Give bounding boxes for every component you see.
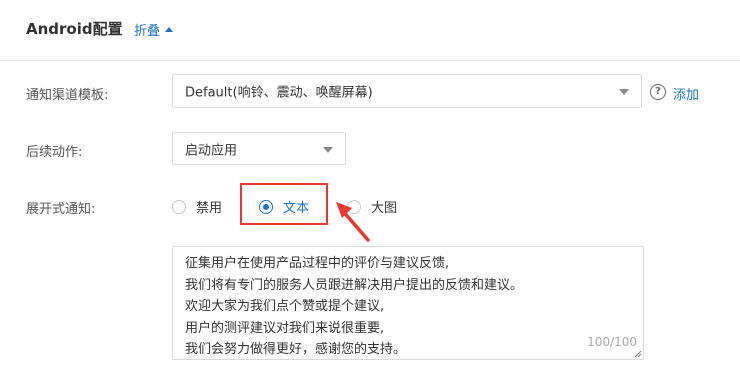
char-counter: 100/100 (587, 334, 637, 349)
collapse-label: 折叠 (134, 24, 161, 39)
follow-action-value: 启动应用 (185, 143, 238, 158)
expand-notice-label: 展开式通知: (26, 202, 96, 217)
chevron-down-icon (619, 89, 629, 95)
radio-label: 禁用 (196, 201, 223, 216)
text-line: 我们将有专门的服务人员跟进解决用户提出的反馈和建议。 (185, 277, 524, 293)
question-help-icon[interactable]: ? (650, 84, 666, 100)
add-channel-link[interactable]: 添加 (673, 84, 699, 103)
highlight-annotation-box (240, 183, 328, 225)
chevron-down-icon (323, 146, 333, 153)
text-line: 我们会努力做得更好，感谢您的支持。 (185, 342, 407, 357)
channel-template-select[interactable]: Default(响铃、震动、唤醒屏幕) (172, 74, 642, 108)
radio-label: 大图 (371, 201, 398, 216)
text-line: 征集用户在使用产品过程中的评价与建议反馈, (185, 256, 450, 271)
resize-handle-icon[interactable] (634, 350, 642, 358)
follow-action-label: 后续动作: (26, 145, 83, 160)
collapse-toggle[interactable]: 折叠 (134, 20, 174, 39)
text-line: 用户的测评建议对我们来说很重要, (185, 320, 385, 336)
channel-template-label: 通知渠道模板: (26, 88, 109, 103)
channel-template-value: Default(响铃、震动、唤醒屏幕) (185, 85, 373, 101)
text-line: 欢迎大家为我们点个赞或提个建议, (185, 299, 385, 314)
radio-circle-icon (172, 199, 186, 214)
follow-action-select[interactable]: 启动应用 (172, 132, 346, 165)
android-config-panel: Android配置 折叠 通知渠道模板: Default(响铃、震动、唤醒屏幕)… (0, 0, 740, 382)
notification-text-area[interactable]: 征集用户在使用产品过程中的评价与建议反馈, 我们将有专门的服务人员跟进解决用户提… (172, 246, 644, 360)
radio-option-disabled[interactable]: 禁用 (172, 197, 222, 216)
section-title: Android配置 (26, 20, 123, 38)
annotation-arrow-icon (336, 202, 370, 242)
section-header: Android配置 折叠 (0, 0, 740, 61)
caret-up-icon (165, 27, 174, 32)
